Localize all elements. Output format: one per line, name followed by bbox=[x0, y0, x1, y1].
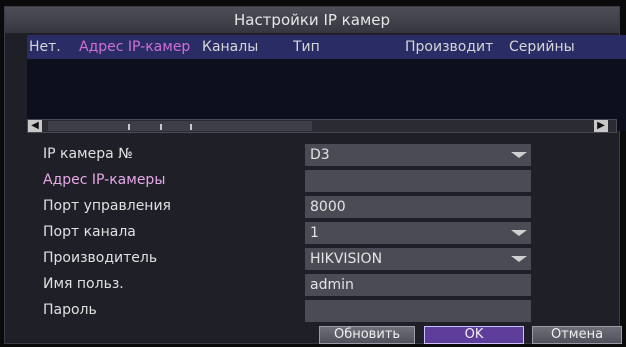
table-header: Нет. Адрес IP-камер Каналы Тип Производи… bbox=[27, 35, 626, 59]
form-row-control-port: Порт управления 8000 bbox=[5, 196, 619, 218]
scroll-tick bbox=[160, 124, 162, 130]
ok-button[interactable]: OK bbox=[424, 326, 524, 344]
ip-address-input[interactable] bbox=[305, 170, 531, 192]
cancel-button[interactable]: Отмена bbox=[532, 326, 622, 344]
form-row-channel-port: Порт канала 1 bbox=[5, 222, 619, 244]
password-input[interactable] bbox=[305, 300, 531, 322]
manufacturer-value: HIKVISION bbox=[310, 251, 383, 267]
form-row-camera-no: IP камера № D3 bbox=[5, 144, 619, 166]
control-port-value: 8000 bbox=[310, 199, 346, 215]
scroll-right-icon[interactable]: ▶ bbox=[594, 120, 608, 132]
scroll-left-icon[interactable]: ◀ bbox=[28, 120, 42, 132]
manufacturer-select[interactable]: HIKVISION bbox=[305, 248, 531, 270]
channel-port-select[interactable]: 1 bbox=[305, 222, 531, 244]
control-port-input[interactable]: 8000 bbox=[305, 196, 531, 218]
ip-address-label: Адрес IP-камеры bbox=[43, 172, 166, 188]
channel-port-label: Порт канала bbox=[43, 224, 136, 240]
dialog-title: Настройки IP камер bbox=[5, 7, 619, 33]
form-row-username: Имя польз. admin bbox=[5, 274, 619, 296]
column-header-channels[interactable]: Каналы bbox=[202, 35, 284, 59]
username-label: Имя польз. bbox=[43, 276, 124, 292]
column-header-no[interactable]: Нет. bbox=[29, 35, 73, 59]
username-input[interactable]: admin bbox=[305, 274, 531, 296]
password-label: Пароль bbox=[43, 302, 97, 318]
form-row-ip-address: Адрес IP-камеры bbox=[5, 170, 619, 192]
channel-port-value: 1 bbox=[310, 225, 319, 241]
scroll-tick bbox=[190, 124, 192, 130]
form-row-password: Пароль bbox=[5, 300, 619, 322]
username-value: admin bbox=[310, 277, 354, 293]
chevron-down-icon[interactable] bbox=[511, 152, 527, 158]
scroll-tick bbox=[128, 124, 130, 130]
camera-no-select[interactable]: D3 bbox=[305, 144, 531, 166]
column-header-serial[interactable]: Серийны bbox=[509, 35, 589, 59]
chevron-down-icon[interactable] bbox=[511, 230, 527, 236]
form-row-manufacturer: Производитель HIKVISION bbox=[5, 248, 619, 270]
camera-no-value: D3 bbox=[310, 147, 330, 163]
refresh-button[interactable]: Обновить bbox=[319, 326, 415, 344]
column-header-type[interactable]: Тип bbox=[293, 35, 383, 59]
ip-camera-settings-dialog: Настройки IP камер Нет. Адрес IP-камер К… bbox=[4, 6, 626, 344]
manufacturer-label: Производитель bbox=[43, 250, 158, 266]
column-header-ip[interactable]: Адрес IP-камер bbox=[79, 35, 195, 59]
horizontal-scrollbar[interactable]: ◀ ▶ bbox=[27, 119, 617, 133]
camera-no-label: IP камера № bbox=[43, 146, 133, 162]
column-header-manufacturer[interactable]: Производит bbox=[405, 35, 507, 59]
camera-table[interactable]: Нет. Адрес IP-камер Каналы Тип Производи… bbox=[27, 35, 626, 131]
chevron-down-icon[interactable] bbox=[511, 256, 527, 262]
scroll-thumb[interactable] bbox=[48, 121, 312, 131]
control-port-label: Порт управления bbox=[43, 198, 171, 214]
